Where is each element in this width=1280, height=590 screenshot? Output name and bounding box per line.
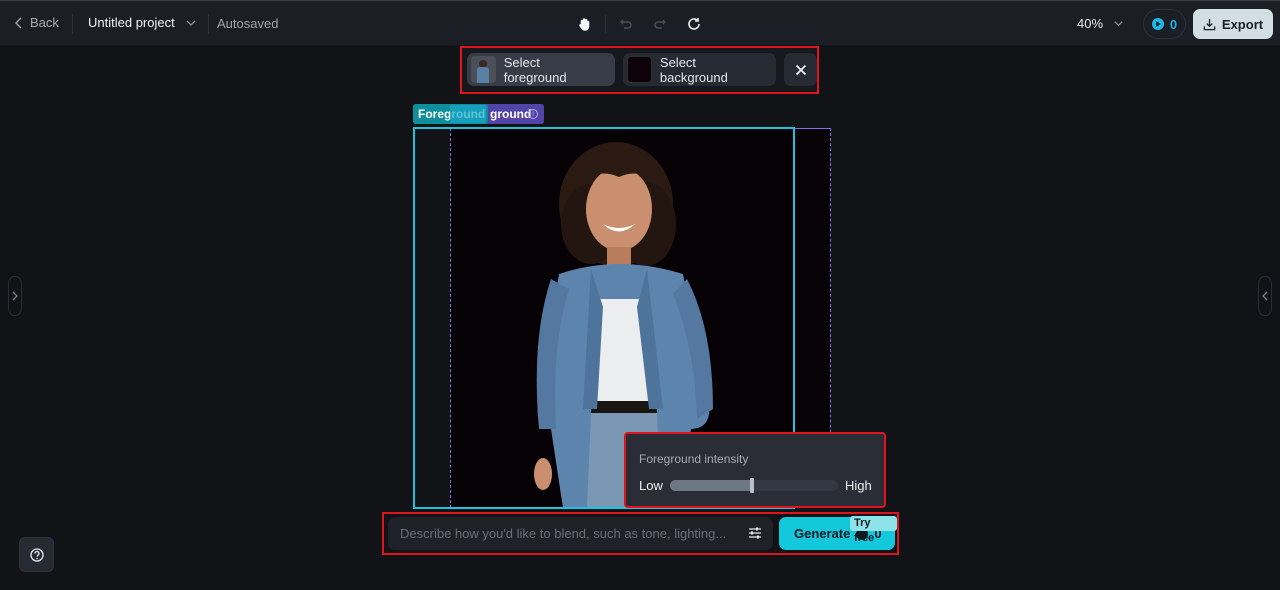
intensity-slider[interactable] bbox=[670, 478, 838, 493]
close-toolbar-button[interactable] bbox=[784, 53, 817, 86]
generate-label: Generate bbox=[794, 526, 851, 541]
reset-button[interactable] bbox=[684, 14, 704, 34]
chevron-down-icon bbox=[1114, 21, 1123, 27]
divider bbox=[605, 15, 606, 33]
intensity-high-label: High bbox=[845, 478, 872, 493]
chevron-down-icon bbox=[186, 20, 196, 26]
top-bar: Back Untitled project Autosaved 40% 0 Ex… bbox=[0, 0, 1280, 45]
help-button[interactable] bbox=[19, 537, 54, 572]
divider bbox=[72, 14, 73, 34]
canvas-tools bbox=[575, 13, 704, 35]
left-panel-toggle[interactable] bbox=[8, 276, 22, 316]
layer-select-toolbar: Select foreground Select background bbox=[460, 46, 819, 94]
chevron-left-icon bbox=[1262, 291, 1268, 301]
blend-prompt-bar: Generate 0 Try free bbox=[382, 512, 899, 555]
back-button[interactable]: Back bbox=[14, 15, 59, 30]
try-free-badge: Try free bbox=[850, 516, 897, 544]
chevron-right-icon bbox=[12, 291, 18, 301]
intensity-title: Foreground intensity bbox=[639, 452, 749, 466]
divider bbox=[208, 14, 209, 34]
foreground-thumbnail bbox=[471, 56, 496, 83]
undo-icon bbox=[620, 19, 632, 29]
download-icon bbox=[1203, 18, 1216, 30]
back-label: Back bbox=[30, 15, 59, 30]
export-label: Export bbox=[1221, 16, 1264, 32]
save-status: Autosaved bbox=[217, 16, 279, 31]
zoom-dropdown[interactable]: 40% bbox=[1077, 16, 1124, 31]
project-title-dropdown[interactable]: Untitled project bbox=[88, 15, 197, 30]
zoom-level: 40% bbox=[1077, 16, 1104, 31]
select-background-label: Select background bbox=[659, 54, 728, 85]
close-icon bbox=[795, 64, 806, 75]
info-icon[interactable]: i bbox=[528, 109, 538, 119]
credits-button[interactable]: 0 bbox=[1143, 9, 1186, 39]
export-button[interactable]: Export bbox=[1193, 9, 1273, 39]
redo-button[interactable] bbox=[650, 14, 670, 34]
credit-coin-icon bbox=[1151, 18, 1164, 30]
chevron-left-icon bbox=[15, 17, 22, 28]
credits-count: 0 bbox=[1169, 16, 1178, 32]
slider-thumb[interactable] bbox=[750, 478, 754, 493]
background-tag-label: ground bbox=[490, 107, 532, 121]
blend-prompt-input[interactable] bbox=[388, 517, 773, 550]
slider-fill bbox=[670, 480, 752, 491]
select-foreground-button[interactable]: Select foreground bbox=[467, 53, 616, 86]
right-panel-toggle[interactable] bbox=[1258, 276, 1272, 316]
redo-icon bbox=[654, 19, 666, 29]
refresh-icon bbox=[688, 18, 700, 30]
foreground-intensity-panel: Foreground intensity Low High bbox=[624, 432, 886, 508]
select-background-button[interactable]: Select background bbox=[623, 53, 777, 86]
background-thumbnail bbox=[627, 56, 652, 83]
help-icon bbox=[29, 547, 44, 562]
project-title: Untitled project bbox=[88, 15, 175, 30]
tag-overlap-highlight bbox=[450, 105, 486, 123]
intensity-low-label: Low bbox=[639, 478, 663, 493]
select-foreground-label: Select foreground bbox=[503, 54, 567, 85]
settings-sliders-icon[interactable] bbox=[748, 526, 762, 540]
hand-tool-button[interactable] bbox=[575, 14, 595, 34]
hand-icon bbox=[579, 18, 590, 31]
undo-button[interactable] bbox=[616, 14, 636, 34]
